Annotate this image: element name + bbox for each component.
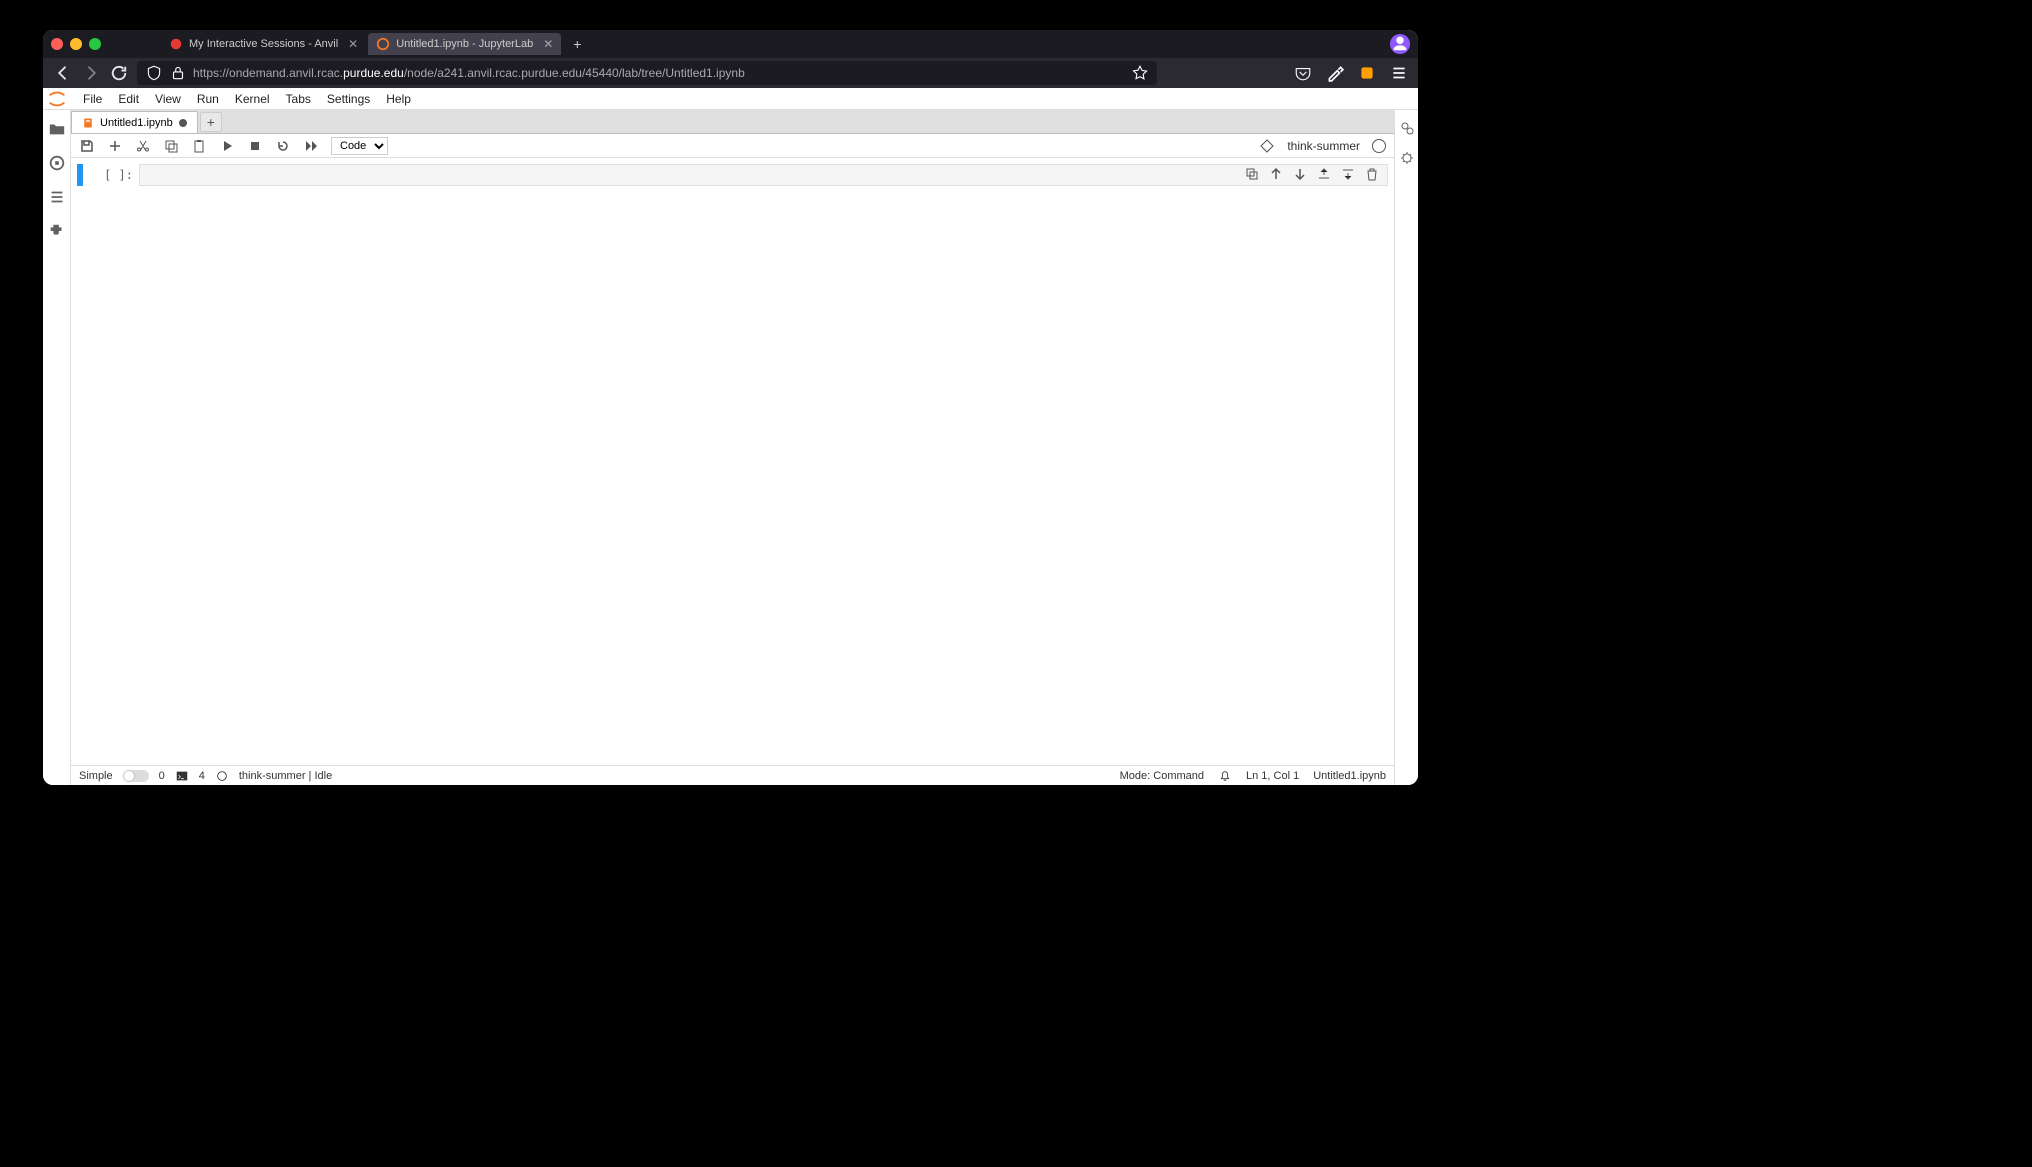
ood-favicon-icon (169, 37, 183, 51)
firefox-account-icon[interactable] (1390, 34, 1410, 54)
folder-icon[interactable] (48, 120, 66, 138)
insert-below-icon[interactable] (1340, 166, 1356, 182)
overflow-menu-icon[interactable] (1390, 64, 1408, 82)
document-tabbar: Untitled1.ipynb + (71, 110, 1394, 134)
browser-window: My Interactive Sessions - Anvil ✕ Untitl… (43, 30, 1418, 785)
zoom-window-button[interactable] (89, 38, 101, 50)
insert-above-icon[interactable] (1316, 166, 1332, 182)
notebook-file-icon (82, 117, 94, 129)
delete-cell-icon[interactable] (1364, 166, 1380, 182)
menu-settings[interactable]: Settings (319, 92, 378, 106)
lock-icon (169, 64, 187, 82)
close-window-button[interactable] (51, 38, 63, 50)
tab-close-icon[interactable]: ✕ (543, 37, 553, 51)
window-controls (51, 38, 101, 50)
browser-toolbar: https://ondemand.anvil.rcac.purdue.edu/n… (43, 58, 1418, 88)
move-up-icon[interactable] (1268, 166, 1284, 182)
menu-view[interactable]: View (147, 92, 189, 106)
minimize-window-button[interactable] (70, 38, 82, 50)
restart-button[interactable] (275, 138, 291, 154)
menu-kernel[interactable]: Kernel (227, 92, 278, 106)
add-cell-button[interactable] (107, 138, 123, 154)
browser-tab[interactable]: Untitled1.ipynb - JupyterLab ✕ (368, 33, 561, 55)
cut-button[interactable] (135, 138, 151, 154)
copy-button[interactable] (163, 138, 179, 154)
jupyter-logo-icon[interactable] (45, 88, 69, 110)
kernel-status-text[interactable]: think-summer | Idle (239, 770, 332, 782)
notebook-content[interactable]: [ ]: (71, 158, 1394, 765)
kernel-indicator-icon[interactable] (1372, 139, 1386, 153)
cell-toolbar (1244, 166, 1380, 182)
kernel-status-icon (215, 769, 229, 783)
add-tab-button[interactable]: + (200, 112, 222, 132)
customize-icon[interactable] (1326, 64, 1344, 82)
save-button[interactable] (79, 138, 95, 154)
menu-edit[interactable]: Edit (110, 92, 147, 106)
back-button[interactable] (53, 63, 73, 83)
forward-button[interactable] (81, 63, 101, 83)
main-area: Untitled1.ipynb + Code (71, 110, 1394, 785)
cell-input[interactable] (139, 164, 1388, 186)
stop-button[interactable] (247, 138, 263, 154)
extension-icon[interactable] (1358, 64, 1376, 82)
consoles-count[interactable]: 4 (199, 770, 205, 782)
bookmark-star-icon[interactable] (1131, 64, 1149, 82)
url-text: https://ondemand.anvil.rcac.purdue.edu/n… (193, 66, 745, 80)
right-sidebar (1394, 110, 1418, 785)
notebook-tab-title: Untitled1.ipynb (100, 117, 173, 129)
left-sidebar (43, 110, 71, 785)
cell-type-select[interactable]: Code (331, 137, 388, 155)
reload-button[interactable] (109, 63, 129, 83)
git-icon[interactable] (1259, 138, 1275, 154)
menu-help[interactable]: Help (378, 92, 419, 106)
debugger-icon[interactable] (1399, 150, 1415, 166)
terminals-count[interactable]: 0 (159, 770, 165, 782)
file-path[interactable]: Untitled1.ipynb (1313, 770, 1386, 782)
fast-forward-button[interactable] (303, 138, 319, 154)
pocket-icon[interactable] (1294, 64, 1312, 82)
menu-run[interactable]: Run (189, 92, 227, 106)
code-cell[interactable]: [ ]: (77, 164, 1388, 186)
notification-icon[interactable] (1218, 769, 1232, 783)
terminal-icon (175, 769, 189, 783)
cell-collapser[interactable] (77, 164, 83, 186)
run-button[interactable] (219, 138, 235, 154)
jupyter-favicon-icon (376, 37, 390, 51)
menu-file[interactable]: File (75, 92, 110, 106)
browser-tab[interactable]: My Interactive Sessions - Anvil ✕ (161, 33, 366, 55)
cursor-position[interactable]: Ln 1, Col 1 (1246, 770, 1299, 782)
simple-toggle[interactable] (123, 770, 149, 782)
duplicate-cell-icon[interactable] (1244, 166, 1260, 182)
simple-label: Simple (79, 770, 113, 782)
extension-manager-icon[interactable] (48, 222, 66, 240)
browser-tabbar: My Interactive Sessions - Anvil ✕ Untitl… (43, 30, 1418, 58)
mode-text[interactable]: Mode: Command (1120, 770, 1204, 782)
menu-tabs[interactable]: Tabs (278, 92, 319, 106)
kernel-name[interactable]: think-summer (1287, 139, 1360, 153)
move-down-icon[interactable] (1292, 166, 1308, 182)
new-tab-button[interactable]: + (563, 36, 591, 52)
address-bar[interactable]: https://ondemand.anvil.rcac.purdue.edu/n… (137, 61, 1157, 85)
toc-icon[interactable] (48, 188, 66, 206)
shield-icon (145, 64, 163, 82)
cell-prompt: [ ]: (89, 164, 139, 182)
toolbar-right (1294, 64, 1408, 82)
browser-tab-title: Untitled1.ipynb - JupyterLab (396, 38, 533, 50)
running-icon[interactable] (48, 154, 66, 172)
tab-close-icon[interactable]: ✕ (348, 37, 358, 51)
browser-tab-title: My Interactive Sessions - Anvil (189, 38, 338, 50)
notebook-toolbar: Code think-summer (71, 134, 1394, 158)
paste-button[interactable] (191, 138, 207, 154)
property-inspector-icon[interactable] (1399, 120, 1415, 136)
unsaved-dot-icon (179, 119, 187, 127)
notebook-tab[interactable]: Untitled1.ipynb (71, 111, 198, 133)
jupyter-menubar: File Edit View Run Kernel Tabs Settings … (43, 88, 1418, 110)
jupyter-body: Untitled1.ipynb + Code (43, 110, 1418, 785)
statusbar: Simple 0 4 think-summer | Idle Mode: Com… (71, 765, 1394, 785)
